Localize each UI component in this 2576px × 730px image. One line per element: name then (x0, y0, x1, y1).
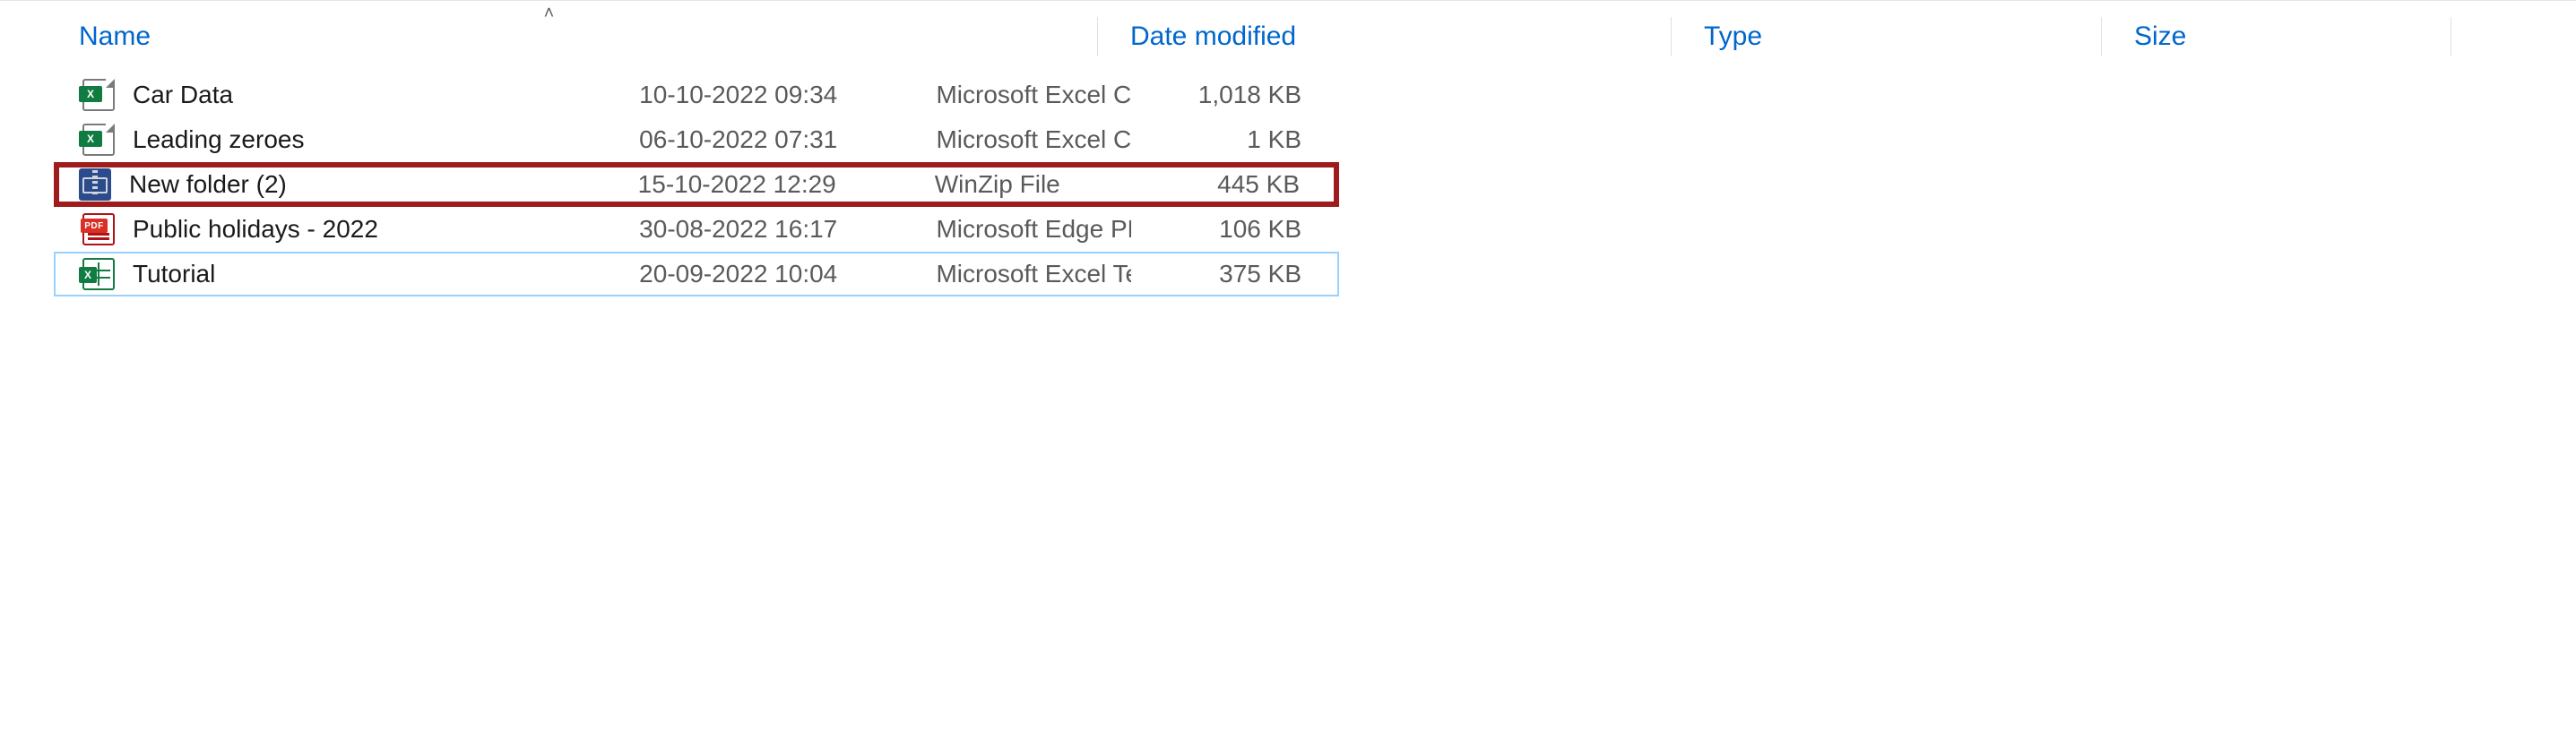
file-name: Tutorial (133, 260, 215, 288)
file-size: 1 KB (1247, 125, 1301, 154)
file-date: 10-10-2022 09:34 (639, 81, 837, 109)
file-type: Microsoft Excel Co… (936, 81, 1130, 109)
column-header-type-label: Type (1704, 21, 1762, 52)
file-date: 15-10-2022 12:29 (638, 170, 836, 199)
column-header-type[interactable]: Type (1672, 1, 2102, 73)
file-row[interactable]: New folder (2) 15-10-2022 12:29 WinZip F… (54, 162, 1339, 207)
excel-csv-icon: X (82, 79, 115, 111)
file-row[interactable]: X Tutorial 20-09-2022 10:04 Microsoft Ex… (54, 252, 1339, 296)
file-rows-container: X Car Data 10-10-2022 09:34 Microsoft Ex… (54, 73, 1339, 296)
pdf-icon: PDF (82, 213, 115, 245)
file-type: Microsoft Excel Te… (936, 260, 1130, 288)
file-date: 06-10-2022 07:31 (639, 125, 837, 154)
column-header-row: ˄ Name Date modified Type Size (0, 1, 2576, 73)
excel-csv-icon: X (82, 124, 115, 156)
file-type: Microsoft Edge PD… (936, 215, 1130, 244)
file-type: Microsoft Excel Co… (936, 125, 1130, 154)
file-row[interactable]: X Leading zeroes 06-10-2022 07:31 Micros… (54, 117, 1339, 162)
file-list: ˄ Name Date modified Type Size X Car Dat… (0, 0, 2576, 296)
file-name: New folder (2) (129, 170, 287, 199)
file-name: Car Data (133, 81, 233, 109)
sort-ascending-icon: ˄ (544, 4, 555, 22)
file-row[interactable]: PDF Public holidays - 2022 30-08-2022 16… (54, 207, 1339, 252)
column-header-date-label: Date modified (1130, 21, 1296, 52)
file-date: 30-08-2022 16:17 (639, 215, 837, 244)
file-row[interactable]: X Car Data 10-10-2022 09:34 Microsoft Ex… (54, 73, 1339, 117)
file-date: 20-09-2022 10:04 (639, 260, 837, 288)
column-header-size[interactable]: Size (2102, 1, 2451, 73)
column-header-size-label: Size (2134, 21, 2186, 52)
column-header-date[interactable]: Date modified (1098, 1, 1672, 73)
file-name: Leading zeroes (133, 125, 304, 154)
winzip-icon (79, 168, 111, 201)
file-type: WinZip File (935, 170, 1060, 199)
file-size: 106 KB (1219, 215, 1301, 244)
file-name: Public holidays - 2022 (133, 215, 378, 244)
excel-template-icon: X (82, 258, 115, 290)
column-header-name[interactable]: ˄ Name (0, 1, 1098, 73)
column-header-name-label: Name (79, 21, 151, 52)
file-size: 375 KB (1219, 260, 1301, 288)
file-size: 1,018 KB (1198, 81, 1301, 109)
file-size: 445 KB (1217, 170, 1300, 199)
